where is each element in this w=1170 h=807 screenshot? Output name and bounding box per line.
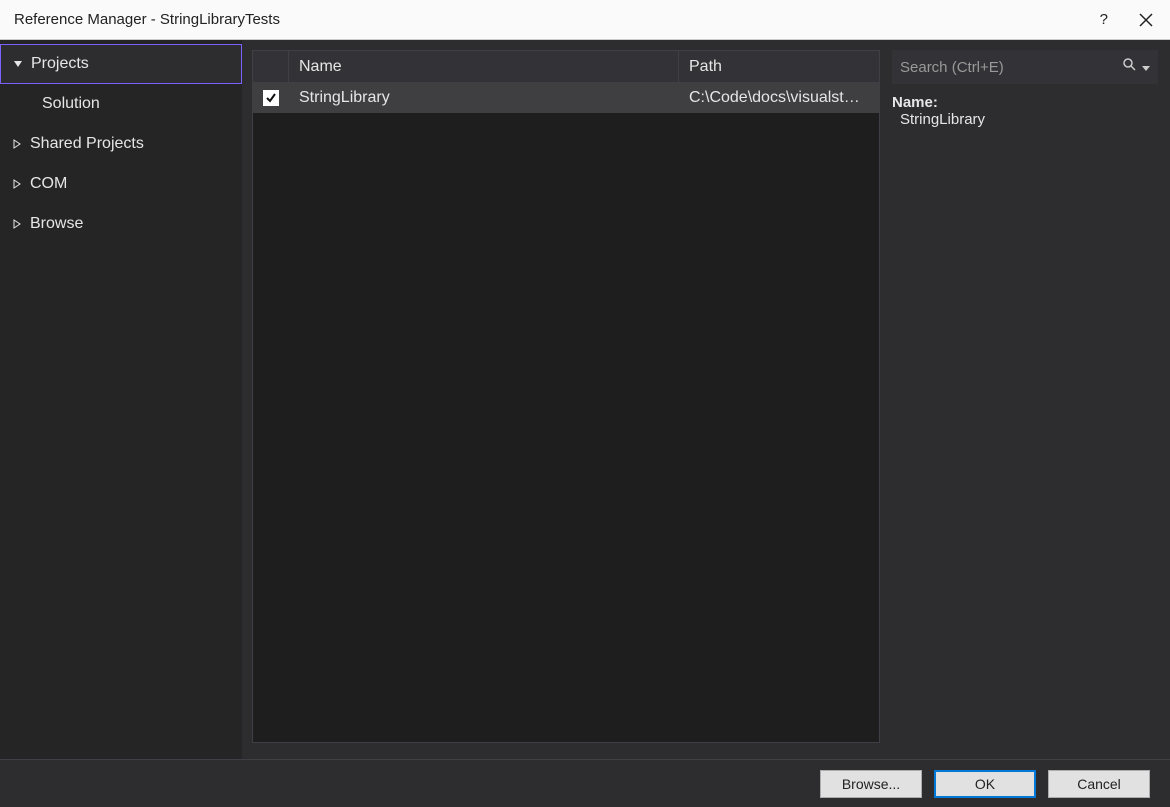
sidebar-item-label: Solution [42, 95, 100, 113]
row-checkbox-cell[interactable] [253, 90, 289, 106]
column-header-path[interactable]: Path [679, 51, 879, 82]
row-name: StringLibrary [289, 89, 679, 107]
reference-list: Name Path StringLibrary C:\Code\docs\vis… [242, 40, 880, 759]
sidebar-item-shared-projects[interactable]: Shared Projects [0, 124, 242, 164]
detail-name: Name: StringLibrary [892, 94, 1158, 128]
ok-button[interactable]: OK [934, 770, 1036, 798]
sidebar-item-label: Browse [30, 215, 83, 233]
cancel-button[interactable]: Cancel [1048, 770, 1150, 798]
sidebar-item-label: Shared Projects [30, 135, 144, 153]
sidebar-item-label: COM [30, 175, 67, 193]
chevron-right-icon [10, 139, 24, 149]
sidebar-item-solution[interactable]: Solution [0, 84, 242, 124]
table-header-row: Name Path [253, 51, 879, 83]
button-bar: Browse... OK Cancel [0, 759, 1170, 807]
details-panel: Search (Ctrl+E) Name: StringLibrary [880, 40, 1170, 759]
help-icon[interactable]: ? [1100, 11, 1108, 28]
chevron-right-icon [10, 219, 24, 229]
column-header-check[interactable] [253, 51, 289, 82]
reference-table: Name Path StringLibrary C:\Code\docs\vis… [252, 50, 880, 743]
search-icon[interactable] [1122, 57, 1138, 77]
detail-name-label: Name: [892, 94, 1158, 111]
close-icon[interactable] [1138, 12, 1154, 28]
sidebar-item-browse[interactable]: Browse [0, 204, 242, 244]
search-input[interactable]: Search (Ctrl+E) [892, 50, 1158, 84]
sidebar-item-label: Projects [31, 55, 89, 73]
detail-name-value: StringLibrary [892, 111, 1158, 128]
sidebar: Projects Solution Shared Projects COM Br… [0, 40, 242, 759]
search-icons [1122, 57, 1150, 77]
title-controls: ? [1100, 11, 1160, 28]
browse-button[interactable]: Browse... [820, 770, 922, 798]
sidebar-item-com[interactable]: COM [0, 164, 242, 204]
dropdown-icon[interactable] [1142, 59, 1150, 76]
checkbox-checked-icon[interactable] [263, 90, 279, 106]
chevron-down-icon [11, 59, 25, 69]
main-content: Projects Solution Shared Projects COM Br… [0, 40, 1170, 759]
window-title: Reference Manager - StringLibraryTests [10, 11, 1100, 28]
row-path: C:\Code\docs\visualst… [679, 89, 879, 107]
table-row[interactable]: StringLibrary C:\Code\docs\visualst… [253, 83, 879, 113]
search-placeholder: Search (Ctrl+E) [900, 59, 1122, 76]
column-header-name[interactable]: Name [289, 51, 679, 82]
chevron-right-icon [10, 179, 24, 189]
title-bar: Reference Manager - StringLibraryTests ? [0, 0, 1170, 40]
sidebar-item-projects[interactable]: Projects [0, 44, 242, 84]
